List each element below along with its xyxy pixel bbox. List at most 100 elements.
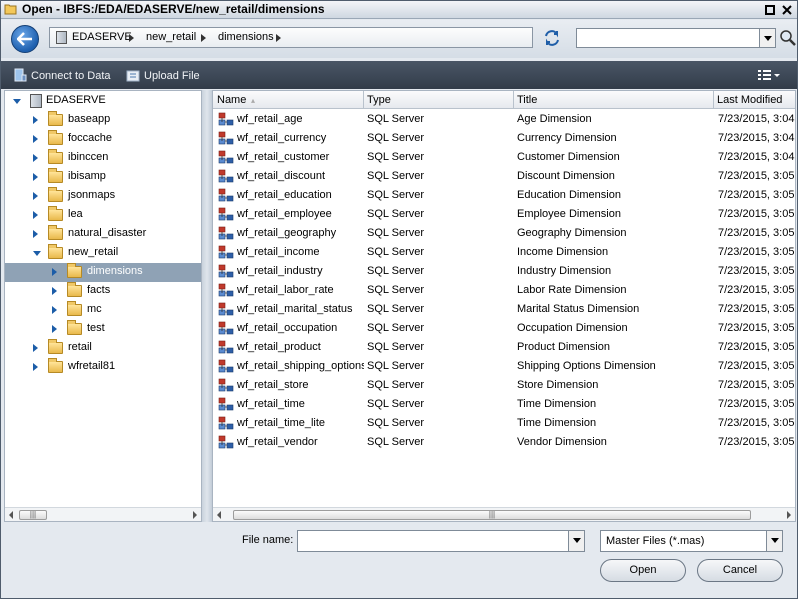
expand-arrow-icon[interactable] — [33, 344, 38, 352]
file-type-cell: SQL Server — [367, 303, 425, 315]
file-row[interactable]: wf_retail_income SQL Server Income Dimensi… — [213, 243, 795, 262]
file-row[interactable]: wf_retail_currency SQL Server Currency Dim… — [213, 129, 795, 148]
file-row[interactable]: wf_retail_vendor SQL Server Vendor Dimensi… — [213, 433, 795, 452]
tree-item-lea[interactable]: lea — [5, 206, 201, 225]
file-row[interactable]: wf_retail_time_lite SQL Server Time Dimens… — [213, 414, 795, 433]
file-name-combo[interactable] — [297, 530, 585, 552]
tree-item-ibinccen[interactable]: ibinccen — [5, 149, 201, 168]
database-icon — [14, 68, 27, 82]
tree-item-wfretail81[interactable]: wfretail81 — [5, 358, 201, 377]
file-title-cell: Education Dimension — [517, 189, 621, 201]
expand-arrow-icon[interactable] — [33, 173, 38, 181]
breadcrumb-arrow-icon[interactable] — [201, 34, 206, 42]
file-row[interactable]: wf_retail_marital_status SQL Server Marita… — [213, 300, 795, 319]
tree-item-retail[interactable]: retail — [5, 339, 201, 358]
cancel-button[interactable]: Cancel — [697, 559, 783, 582]
column-divider[interactable] — [713, 91, 714, 109]
column-divider[interactable] — [363, 91, 364, 109]
breadcrumb-arrow-icon[interactable] — [276, 34, 281, 42]
list-horizontal-scrollbar[interactable]: ||| — [213, 507, 795, 521]
file-title-cell: Age Dimension — [517, 113, 592, 125]
expand-arrow-icon[interactable] — [52, 325, 57, 333]
tree-item-mc[interactable]: mc — [5, 301, 201, 320]
expand-arrow-icon[interactable] — [52, 268, 57, 276]
back-button[interactable] — [11, 25, 39, 53]
search-combo[interactable] — [576, 28, 776, 48]
expand-arrow-icon[interactable] — [33, 363, 38, 371]
column-divider[interactable] — [513, 91, 514, 109]
scroll-thumb[interactable]: ||| — [233, 510, 751, 520]
connect-to-data-button[interactable]: Connect to Data — [13, 68, 111, 82]
file-name-cell: wf_retail_labor_rate — [237, 284, 334, 296]
expand-arrow-icon[interactable] — [33, 230, 38, 238]
file-row[interactable]: wf_retail_age SQL Server Age Dimension 7/23… — [213, 110, 795, 129]
scroll-thumb[interactable]: ||| — [19, 510, 47, 520]
expand-arrow-icon[interactable] — [33, 211, 38, 219]
scroll-left-icon[interactable] — [217, 511, 221, 519]
tree-item-test[interactable]: test — [5, 320, 201, 339]
maximize-icon[interactable] — [764, 4, 776, 16]
file-name-dropdown-button[interactable] — [568, 531, 584, 551]
magnifier-icon[interactable] — [779, 29, 797, 47]
tree-item-ibisamp[interactable]: ibisamp — [5, 168, 201, 187]
breadcrumb-arrow-icon[interactable] — [129, 34, 134, 42]
tree-item-dimensions[interactable]: dimensions — [5, 263, 201, 282]
tree-item-jsonmaps[interactable]: jsonmaps — [5, 187, 201, 206]
breadcrumb-new-retail[interactable]: new_retail — [146, 31, 196, 43]
file-title-cell: Currency Dimension — [517, 132, 617, 144]
tree-item-baseapp[interactable]: baseapp — [5, 111, 201, 130]
file-name-cell: wf_retail_product — [237, 341, 321, 353]
scroll-right-icon[interactable] — [787, 511, 791, 519]
open-button[interactable]: Open — [600, 559, 686, 582]
breadcrumb-edaserve[interactable]: EDASERVE — [72, 31, 132, 43]
tree-item-label: new_retail — [68, 246, 119, 258]
file-row[interactable]: wf_retail_geography SQL Server Geography D… — [213, 224, 795, 243]
file-row[interactable]: wf_retail_education SQL Server Education D… — [213, 186, 795, 205]
tree-item-natural-disaster[interactable]: natural_disaster — [5, 225, 201, 244]
column-last-modified[interactable]: Last Modified — [717, 94, 782, 106]
tree-horizontal-scrollbar[interactable]: ||| — [5, 507, 201, 521]
scroll-right-icon[interactable] — [193, 511, 197, 519]
expand-arrow-icon[interactable] — [52, 306, 57, 314]
file-row[interactable]: wf_retail_time SQL Server Time Dimension 7/… — [213, 395, 795, 414]
expand-arrow-icon[interactable] — [33, 135, 38, 143]
file-name-input[interactable] — [301, 533, 563, 549]
search-input[interactable] — [579, 30, 759, 46]
refresh-icon[interactable] — [543, 29, 561, 47]
file-row[interactable]: wf_retail_discount SQL Server Discount Dim… — [213, 167, 795, 186]
file-row[interactable]: wf_retail_customer SQL Server Customer Dim… — [213, 148, 795, 167]
tree-item-root[interactable]: EDASERVE — [5, 92, 201, 111]
breadcrumb-dimensions[interactable]: dimensions — [218, 31, 274, 43]
collapse-arrow-icon[interactable] — [13, 99, 21, 104]
expand-arrow-icon[interactable] — [33, 116, 38, 124]
open-dialog: Open - IBFS:/EDA/EDASERVE/new_retail/dim… — [0, 0, 798, 599]
file-row[interactable]: wf_retail_store SQL Server Store Dimension… — [213, 376, 795, 395]
column-title[interactable]: Title — [517, 94, 537, 106]
view-options-icon[interactable] — [757, 68, 781, 82]
tree-item-facts[interactable]: facts — [5, 282, 201, 301]
expand-arrow-icon[interactable] — [33, 154, 38, 162]
file-type-select[interactable]: Master Files (*.mas) — [600, 530, 783, 552]
file-row[interactable]: wf_retail_occupation SQL Server Occupation… — [213, 319, 795, 338]
scroll-left-icon[interactable] — [9, 511, 13, 519]
master-file-icon — [218, 397, 234, 411]
upload-file-button[interactable]: Upload File — [126, 68, 200, 82]
close-icon[interactable] — [781, 4, 793, 16]
file-row[interactable]: wf_retail_industry SQL Server Industry Dim… — [213, 262, 795, 281]
file-modified-cell: 7/23/2015, 3:05 — [718, 322, 795, 334]
tree-item-foccache[interactable]: foccache — [5, 130, 201, 149]
file-row[interactable]: wf_retail_labor_rate SQL Server Labor Rate… — [213, 281, 795, 300]
file-type-dropdown-button[interactable] — [766, 531, 782, 551]
search-dropdown-button[interactable] — [759, 29, 775, 47]
tree-item-new-retail[interactable]: new_retail — [5, 244, 201, 263]
file-name-cell: wf_retail_education — [237, 189, 332, 201]
expand-arrow-icon[interactable] — [52, 287, 57, 295]
column-name[interactable]: Name — [217, 94, 246, 106]
file-row[interactable]: wf_retail_employee SQL Server Employee Dim… — [213, 205, 795, 224]
collapse-arrow-icon[interactable] — [33, 251, 41, 256]
file-row[interactable]: wf_retail_shipping_options SQL Server Ship… — [213, 357, 795, 376]
file-row[interactable]: wf_retail_product SQL Server Product Dimen… — [213, 338, 795, 357]
column-type[interactable]: Type — [367, 94, 391, 106]
expand-arrow-icon[interactable] — [33, 192, 38, 200]
pane-splitter[interactable] — [202, 90, 212, 522]
